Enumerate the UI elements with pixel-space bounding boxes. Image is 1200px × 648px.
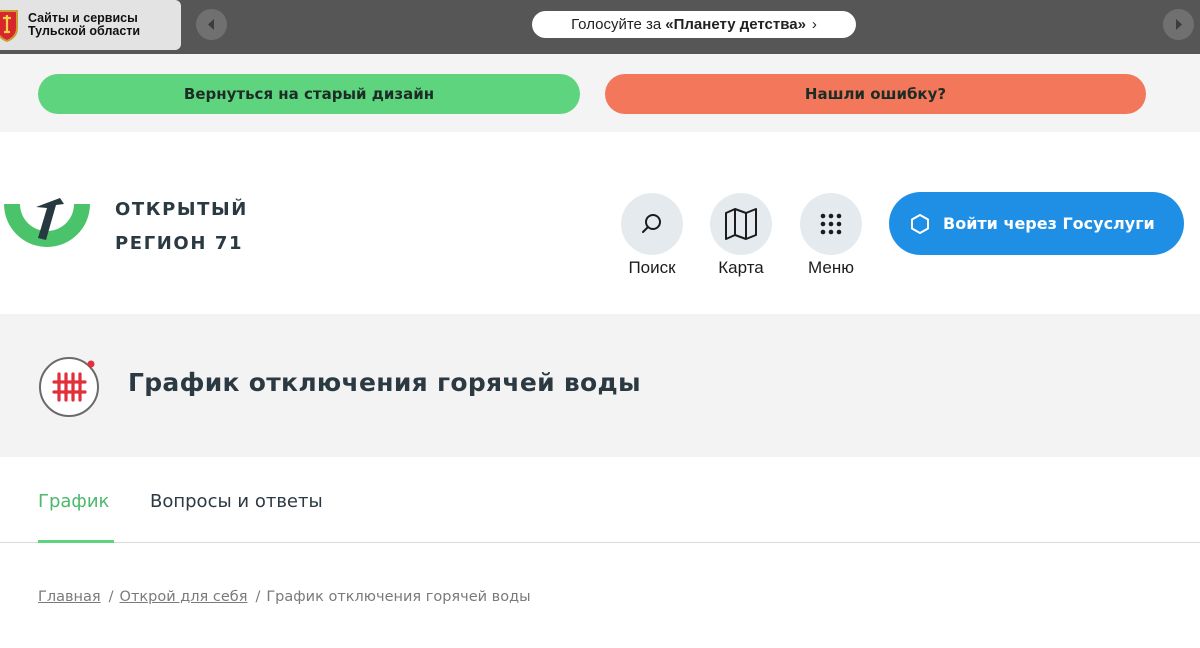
logo-line-2: РЕГИОН 71 [115,233,244,254]
map-icon [725,208,757,240]
gosuslugi-login-button[interactable]: Войти через Госуслуги [889,192,1184,255]
promo-banner-link[interactable]: Голосуйте за «Планету детства» › [532,11,856,38]
logo-line-1: ОТКРЫТЫЙ [115,199,248,220]
regional-sites-button[interactable]: Сайты и сервисы Тульской области [0,0,181,50]
arrow-right-icon [1176,19,1182,30]
regional-sites-label: Сайты и сервисы Тульской области [28,11,141,38]
breadcrumb: Главная / Открой для себя / График отклю… [38,589,531,605]
menu-button[interactable] [800,193,862,255]
promo-prev-button[interactable] [196,9,227,40]
promo-bold-text: «Планету детства» [665,16,806,33]
old-design-button[interactable]: Вернуться на старый дизайн [38,74,580,114]
tula-crest-icon [0,10,18,42]
breadcrumb-current: График отключения горячей воды [266,589,531,605]
active-tab-indicator [38,540,114,543]
open-region-logo-icon[interactable] [0,180,92,250]
search-button[interactable] [621,193,683,255]
breadcrumb-separator: / [255,589,261,605]
page-title: График отключения горячей воды [128,368,641,397]
grid-menu-icon [820,213,842,235]
breadcrumb-home-link[interactable]: Главная [38,589,101,605]
page-title-band: График отключения горячей воды [0,314,1200,457]
tab-schedule[interactable]: График [38,491,109,512]
breadcrumb-section-link[interactable]: Открой для себя [120,589,248,605]
tab-faq[interactable]: Вопросы и ответы [150,491,323,512]
top-services-bar: Сайты и сервисы Тульской области Голосуй… [0,0,1200,54]
search-icon [642,214,661,233]
logo-wordmark[interactable]: ОТКРЫТЫЙ РЕГИОН 71 [115,193,248,261]
menu-label[interactable]: Меню [791,258,871,278]
search-label[interactable]: Поиск [612,258,692,278]
report-error-button[interactable]: Нашли ошибку? [605,74,1146,114]
map-label[interactable]: Карта [701,258,781,278]
arrow-left-icon [208,19,214,30]
promo-prefix-text: Голосуйте за [571,16,662,33]
chevron-right-icon: › [811,16,817,33]
gosuslugi-icon [911,213,929,234]
promo-next-button[interactable] [1163,9,1194,40]
feedback-strip: Вернуться на старый дизайн Нашли ошибку? [0,54,1200,132]
map-button[interactable] [710,193,772,255]
gosuslugi-login-label: Войти через Госуслуги [943,214,1155,233]
breadcrumb-separator: / [108,589,114,605]
radiator-icon [39,357,99,417]
page-tabs: График Вопросы и ответы [0,457,1200,543]
